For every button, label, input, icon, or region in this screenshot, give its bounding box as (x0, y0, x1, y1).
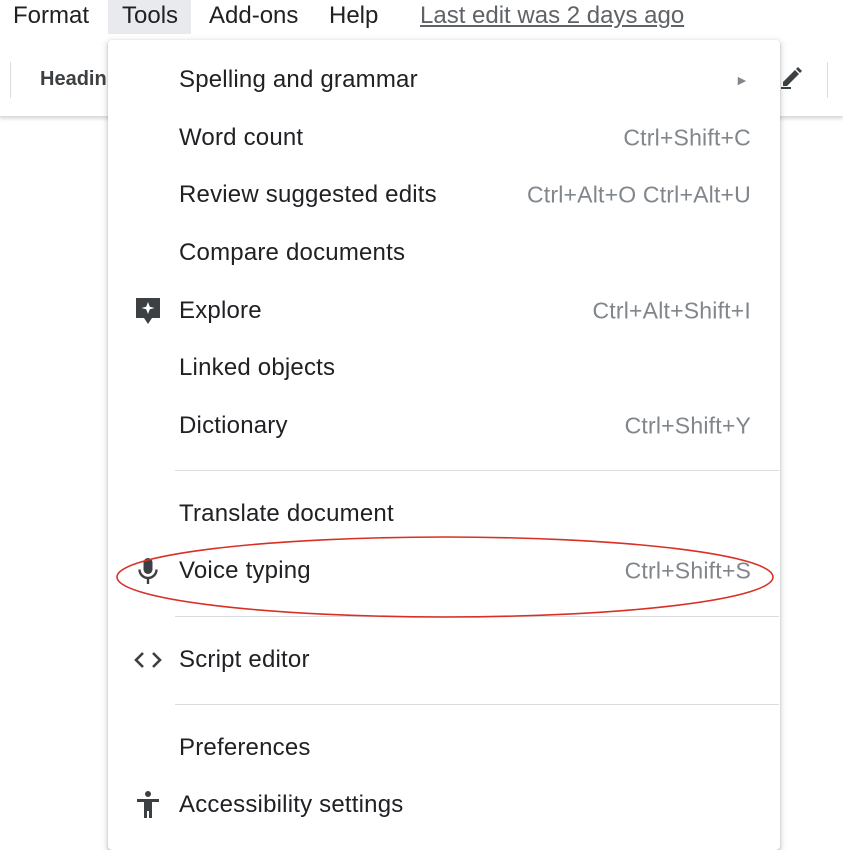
menu-add-ons[interactable]: Add-ons (209, 0, 298, 34)
menu-divider (175, 704, 779, 705)
menu-item-label: Linked objects (179, 354, 336, 381)
menu-format[interactable]: Format (13, 0, 89, 34)
menu-item-compare-documents[interactable]: Compare documents (108, 227, 780, 279)
menu-item-label: Script editor (179, 646, 310, 673)
menu-item-shortcut: Ctrl+Alt+Shift+I (592, 297, 751, 324)
menu-item-script-editor[interactable]: Script editor (108, 634, 780, 686)
submenu-arrow-icon: ► (735, 72, 749, 88)
menu-divider (175, 616, 779, 617)
menu-item-shortcut: Ctrl+Alt+O Ctrl+Alt+U (526, 181, 751, 208)
menu-item-shortcut: Ctrl+Shift+C (623, 124, 751, 151)
menu-item-explore[interactable]: Explore Ctrl+Alt+Shift+I (108, 285, 780, 337)
menu-help[interactable]: Help (329, 0, 378, 34)
toolbar-separator (10, 62, 11, 98)
menu-item-label: Preferences (179, 734, 311, 761)
menu-tools[interactable]: Tools (108, 0, 192, 34)
menu-item-linked-objects[interactable]: Linked objects (108, 342, 780, 394)
menu-item-label: Explore (179, 297, 262, 324)
toolbar-separator (827, 62, 828, 98)
menu-item-preferences[interactable]: Preferences (108, 722, 780, 774)
paragraph-style-dropdown[interactable]: Headin (40, 68, 107, 91)
menu-item-voice-typing[interactable]: Voice typing Ctrl+Shift+S (108, 545, 780, 597)
menu-item-shortcut: Ctrl+Shift+Y (624, 412, 751, 439)
menu-item-label: Accessibility settings (179, 791, 404, 818)
menu-item-word-count[interactable]: Word count Ctrl+Shift+C (108, 112, 780, 164)
last-edit-link[interactable]: Last edit was 2 days ago (420, 0, 684, 32)
menu-item-translate-document[interactable]: Translate document (108, 488, 780, 540)
menu-item-label: Compare documents (179, 239, 406, 266)
menu-item-accessibility-settings[interactable]: Accessibility settings (108, 779, 780, 831)
tools-dropdown-menu: Spelling and grammar ► Word count Ctrl+S… (108, 40, 780, 850)
pencil-icon[interactable] (779, 66, 807, 90)
menu-item-label: Spelling and grammar (179, 66, 418, 93)
accessibility-icon (132, 789, 164, 821)
menu-item-label: Translate document (179, 500, 394, 527)
menu-item-label: Review suggested edits (179, 181, 437, 208)
menu-item-dictionary[interactable]: Dictionary Ctrl+Shift+Y (108, 400, 780, 452)
menu-item-label: Dictionary (179, 412, 288, 439)
code-icon (132, 644, 164, 676)
explore-icon (132, 295, 164, 327)
menu-item-review-suggested-edits[interactable]: Review suggested edits Ctrl+Alt+O Ctrl+A… (108, 169, 780, 221)
microphone-icon (132, 555, 164, 587)
menu-item-label: Voice typing (179, 557, 311, 584)
menu-item-shortcut: Ctrl+Shift+S (624, 557, 751, 584)
menu-divider (175, 470, 779, 471)
menu-bar: Format Tools Add-ons Help Last edit was … (0, 0, 843, 40)
menu-item-label: Word count (179, 124, 304, 151)
menu-item-spelling-and-grammar[interactable]: Spelling and grammar ► (108, 54, 780, 106)
